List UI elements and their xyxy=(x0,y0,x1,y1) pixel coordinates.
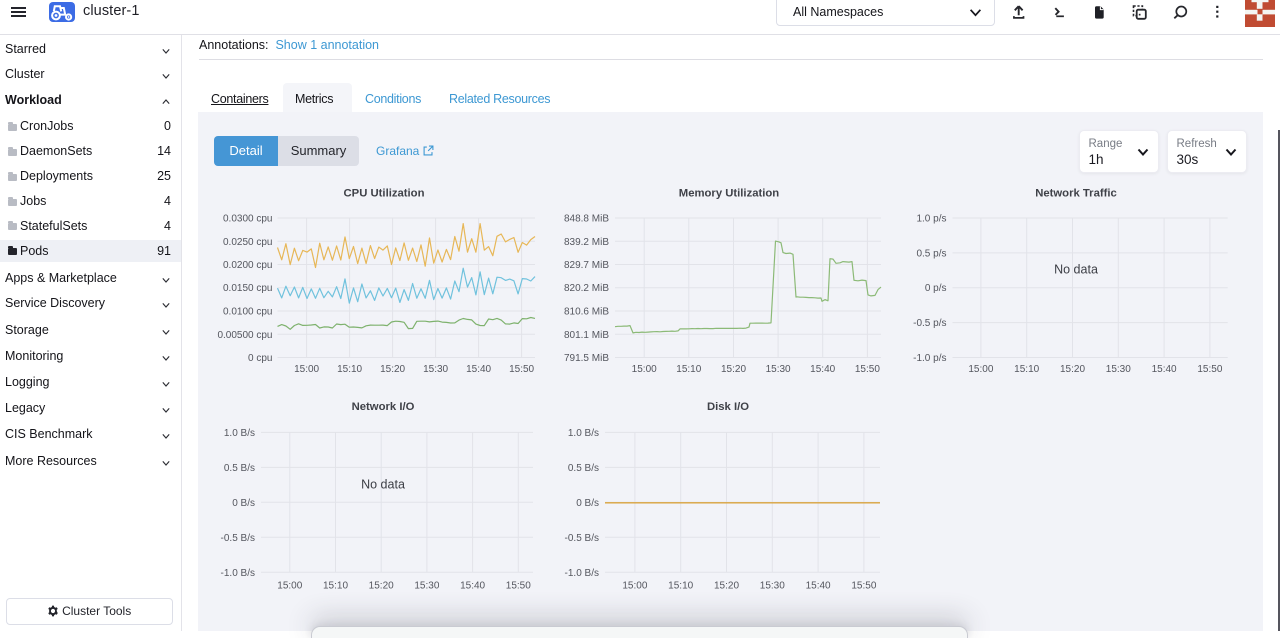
svg-text:-1.0 B/s: -1.0 B/s xyxy=(565,568,599,579)
svg-text:Network I/O: Network I/O xyxy=(352,401,415,413)
svg-text:-1.0 B/s: -1.0 B/s xyxy=(221,568,255,579)
svg-text:820.2 MiB: 820.2 MiB xyxy=(564,283,609,294)
svg-text:15:30: 15:30 xyxy=(423,364,448,375)
svg-text:0.0100 cpu: 0.0100 cpu xyxy=(223,307,273,318)
svg-text:15:20: 15:20 xyxy=(714,581,739,592)
svg-text:0 cpu: 0 cpu xyxy=(248,353,272,364)
svg-text:15:10: 15:10 xyxy=(676,364,701,375)
svg-text:0.5 B/s: 0.5 B/s xyxy=(568,463,599,474)
svg-text:-1.0 p/s: -1.0 p/s xyxy=(913,353,946,364)
svg-text:15:00: 15:00 xyxy=(622,581,647,592)
svg-text:0 B/s: 0 B/s xyxy=(576,498,599,509)
svg-text:-0.5 B/s: -0.5 B/s xyxy=(565,533,599,544)
svg-text:No data: No data xyxy=(1054,263,1098,277)
svg-text:15:20: 15:20 xyxy=(380,364,405,375)
svg-text:No data: No data xyxy=(361,478,405,492)
svg-text:0.5 p/s: 0.5 p/s xyxy=(916,248,946,259)
svg-text:0.0150 cpu: 0.0150 cpu xyxy=(223,283,273,294)
svg-text:Network Traffic: Network Traffic xyxy=(1035,188,1117,200)
svg-text:15:40: 15:40 xyxy=(806,581,831,592)
svg-text:15:00: 15:00 xyxy=(294,364,319,375)
svg-text:15:50: 15:50 xyxy=(509,364,534,375)
svg-text:15:00: 15:00 xyxy=(632,364,657,375)
svg-text:801.1 MiB: 801.1 MiB xyxy=(564,330,609,341)
svg-text:15:10: 15:10 xyxy=(337,364,362,375)
svg-text:15:50: 15:50 xyxy=(851,581,876,592)
svg-text:Disk I/O: Disk I/O xyxy=(707,401,749,413)
svg-text:15:30: 15:30 xyxy=(766,364,791,375)
svg-text:839.2 MiB: 839.2 MiB xyxy=(564,237,609,248)
svg-text:15:30: 15:30 xyxy=(760,581,785,592)
svg-text:15:20: 15:20 xyxy=(369,581,394,592)
svg-text:15:10: 15:10 xyxy=(668,581,693,592)
svg-text:0.0200 cpu: 0.0200 cpu xyxy=(223,260,273,271)
svg-text:15:00: 15:00 xyxy=(968,364,993,375)
svg-text:15:30: 15:30 xyxy=(414,581,439,592)
svg-text:0.0300 cpu: 0.0300 cpu xyxy=(223,214,273,225)
svg-text:15:50: 15:50 xyxy=(1197,364,1222,375)
svg-text:810.6 MiB: 810.6 MiB xyxy=(564,307,609,318)
svg-text:15:20: 15:20 xyxy=(721,364,746,375)
svg-text:0 p/s: 0 p/s xyxy=(925,283,947,294)
svg-text:15:40: 15:40 xyxy=(466,364,491,375)
svg-text:15:10: 15:10 xyxy=(323,581,348,592)
svg-text:15:40: 15:40 xyxy=(1152,364,1177,375)
svg-text:1.0 B/s: 1.0 B/s xyxy=(224,428,255,439)
svg-text:848.8 MiB: 848.8 MiB xyxy=(564,214,609,225)
svg-text:-0.5 B/s: -0.5 B/s xyxy=(221,533,255,544)
svg-text:-0.5 p/s: -0.5 p/s xyxy=(913,318,946,329)
svg-text:15:00: 15:00 xyxy=(277,581,302,592)
svg-text:15:50: 15:50 xyxy=(506,581,531,592)
svg-text:1.0 p/s: 1.0 p/s xyxy=(916,214,946,225)
svg-text:829.7 MiB: 829.7 MiB xyxy=(564,260,609,271)
svg-text:0.0250 cpu: 0.0250 cpu xyxy=(223,237,273,248)
svg-text:15:40: 15:40 xyxy=(810,364,835,375)
svg-text:15:50: 15:50 xyxy=(855,364,880,375)
svg-text:Memory Utilization: Memory Utilization xyxy=(679,188,780,200)
svg-text:791.5 MiB: 791.5 MiB xyxy=(564,353,609,364)
svg-text:0 B/s: 0 B/s xyxy=(232,498,255,509)
svg-text:CPU Utilization: CPU Utilization xyxy=(344,188,425,200)
svg-text:1.0 B/s: 1.0 B/s xyxy=(568,428,599,439)
svg-text:15:40: 15:40 xyxy=(460,581,485,592)
svg-text:0.5 B/s: 0.5 B/s xyxy=(224,463,255,474)
svg-text:15:30: 15:30 xyxy=(1106,364,1131,375)
svg-text:15:10: 15:10 xyxy=(1014,364,1039,375)
svg-text:15:20: 15:20 xyxy=(1060,364,1085,375)
svg-text:0.00500 cpu: 0.00500 cpu xyxy=(217,330,272,341)
